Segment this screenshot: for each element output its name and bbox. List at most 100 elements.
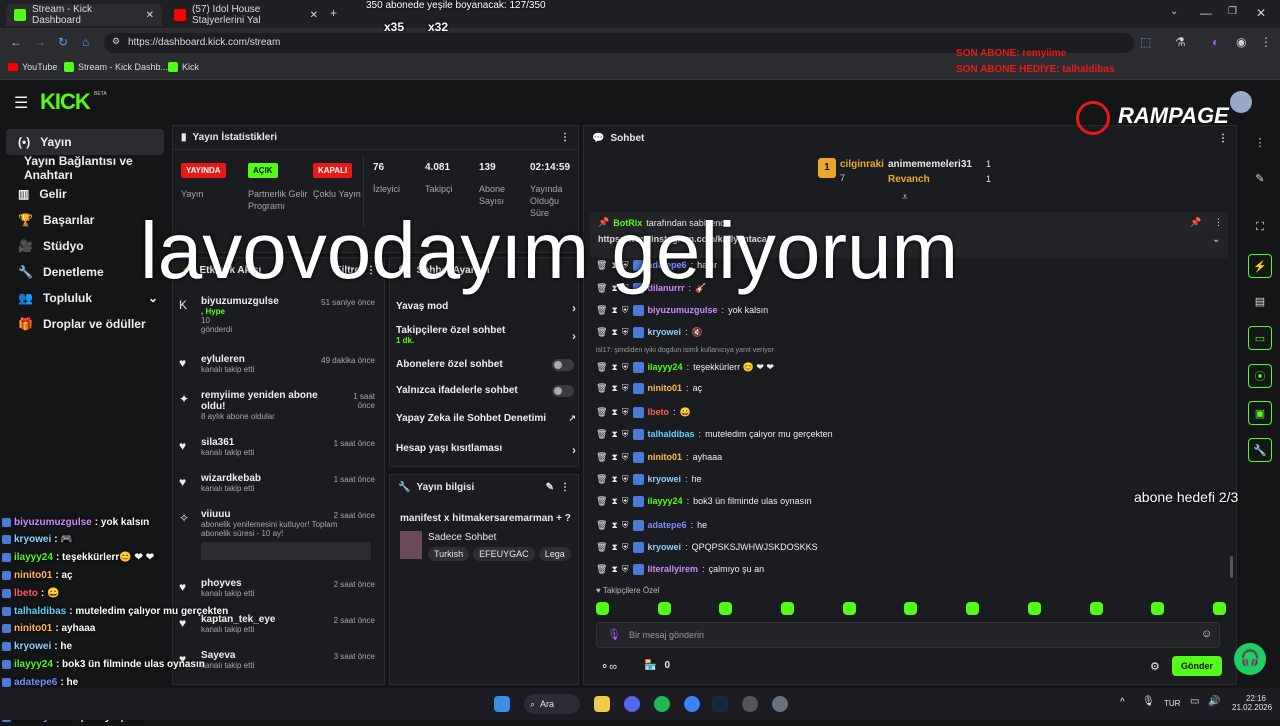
emote-icon[interactable] [657, 602, 671, 615]
edit-icon[interactable]: ✎ [1248, 166, 1272, 190]
shield-icon[interactable]: ⛨ [622, 564, 629, 575]
leader-name[interactable]: animememeleri31 [888, 159, 972, 170]
bookmark-kick[interactable]: Kick [168, 62, 199, 72]
chat-username[interactable]: talhaldibas [648, 429, 695, 439]
unpin-icon[interactable]: 📌 [1190, 217, 1201, 228]
close-tab-icon[interactable]: ✕ [310, 10, 318, 21]
bolt-icon[interactable]: ⚡ [1248, 254, 1272, 278]
tag-chip[interactable]: Lega [538, 547, 571, 561]
file-explorer-icon[interactable] [594, 696, 610, 712]
shield-icon[interactable]: ⛨ [622, 474, 629, 485]
extensions-icon[interactable]: ⬚ [1140, 35, 1151, 49]
delete-icon[interactable]: 🗑 [596, 542, 607, 553]
close-tab-icon[interactable]: ✕ [146, 10, 154, 21]
network-icon[interactable]: ▭ [1190, 696, 1199, 707]
emote-icon[interactable] [1212, 602, 1226, 615]
timeout-icon[interactable]: ⧗ [611, 520, 617, 531]
microphone-icon[interactable]: 🎙 [607, 628, 621, 641]
right-rail-more-icon[interactable]: ⋮ [1248, 130, 1272, 154]
chat-username[interactable]: adatepe6 [648, 520, 687, 530]
chat-username[interactable]: kryowei [648, 474, 682, 484]
menu-icon[interactable]: ⋮ [1260, 35, 1272, 49]
chevron-right-icon[interactable]: › [572, 301, 576, 315]
browser-icon[interactable] [684, 696, 700, 712]
sidebar-item-gelir[interactable]: ▥ Gelir [6, 181, 164, 207]
shield-icon[interactable]: ⛨ [622, 496, 629, 507]
chat-input[interactable]: 🎙 Bir mesaj gönderin ☺ [596, 622, 1220, 648]
timeout-icon[interactable]: ⧗ [611, 305, 617, 316]
delete-icon[interactable]: 🗑 [596, 327, 607, 338]
avatar[interactable] [1230, 91, 1252, 113]
tag-chip[interactable]: Turkish [428, 547, 470, 561]
timeout-icon[interactable]: ⧗ [611, 327, 617, 338]
chat-username[interactable]: lbeto [648, 407, 670, 417]
mic-tray-icon[interactable]: 🎙 [1142, 696, 1155, 707]
delete-icon[interactable]: 🗑 [596, 362, 607, 373]
tab-youtube[interactable]: (57) Idol House Stajyerlerini Yal ✕ [166, 4, 326, 26]
followers-only-row[interactable]: Takipçilere özel sohbet 1 dk. › [396, 325, 576, 345]
timeout-icon[interactable]: ⧗ [611, 429, 617, 440]
timeout-icon[interactable]: ⧗ [611, 362, 617, 373]
support-headset-icon[interactable]: 🎧 [1234, 643, 1266, 675]
expand-icon[interactable]: ⩡ [902, 192, 908, 203]
emote-icon[interactable] [596, 602, 609, 615]
account-age-row[interactable]: Hesap yaşı kısıtlaması › [396, 443, 576, 457]
timeout-icon[interactable]: ⧗ [611, 496, 617, 507]
delete-icon[interactable]: 🗑 [596, 520, 607, 531]
tab-search-icon[interactable]: ⌄ [1170, 6, 1178, 17]
maximize-icon[interactable]: ❐ [1228, 6, 1237, 17]
more-icon[interactable]: ⋮ [560, 482, 570, 493]
sidebar-item-yayin[interactable]: (•) Yayın [6, 129, 164, 155]
shield-icon[interactable]: ⛨ [622, 362, 629, 373]
reload-icon[interactable]: ↻ [58, 35, 68, 49]
broadcast-icon[interactable]: ⦿ [1248, 364, 1272, 388]
shield-icon[interactable]: ⛨ [622, 407, 629, 418]
settings-icon[interactable] [772, 696, 788, 712]
chat-username[interactable]: ilayyy24 [648, 496, 683, 506]
activity-user[interactable]: viiuuu [201, 509, 351, 520]
shield-icon[interactable]: ⛨ [622, 429, 629, 440]
external-link-icon[interactable]: ↗ [568, 413, 576, 424]
wrench-icon[interactable]: 🔧 [1248, 438, 1272, 462]
emote-icon[interactable] [842, 602, 856, 615]
store-button[interactable]: 🏪 0 [644, 660, 670, 671]
emote-icon[interactable] [781, 602, 795, 615]
chat-scrollbar[interactable] [1230, 556, 1233, 578]
fullscreen-icon[interactable]: ⛶ [1248, 215, 1272, 239]
tray-chevron-icon[interactable]: ^ [1120, 697, 1125, 708]
chat-username[interactable]: biyuzumuzgulse [648, 305, 718, 315]
send-button[interactable]: Gönder [1172, 656, 1222, 676]
delete-icon[interactable]: 🗑 [596, 305, 607, 316]
delete-icon[interactable]: 🗑 [596, 383, 607, 394]
delete-icon[interactable]: 🗑 [596, 407, 607, 418]
subscribers-only-toggle[interactable] [552, 359, 574, 371]
timeout-icon[interactable]: ⧗ [611, 452, 617, 463]
notes-icon[interactable]: ▤ [1248, 289, 1272, 313]
leader-name[interactable]: cilginraki [840, 159, 884, 170]
back-icon[interactable]: ← [10, 35, 22, 49]
volume-icon[interactable]: 🔊 [1208, 696, 1220, 707]
more-icon[interactable]: ⋮ [560, 132, 570, 143]
spotify-icon[interactable] [654, 696, 670, 712]
delete-icon[interactable]: 🗑 [596, 452, 607, 463]
chat-username[interactable]: ilayyy24 [648, 362, 683, 372]
chat-bubble-icon[interactable]: ▭ [1248, 326, 1272, 350]
delete-icon[interactable]: 🗑 [596, 564, 607, 575]
settings-gear-icon[interactable]: ⚙ [1150, 660, 1160, 673]
hamburger-menu-icon[interactable]: ☰ [14, 93, 28, 113]
shield-icon[interactable]: ⛨ [622, 383, 629, 394]
tag-chip[interactable]: EFEUYGAC [473, 547, 535, 561]
channel-points-icon[interactable]: ⚬∞ [600, 660, 617, 673]
more-icon[interactable]: ⋮ [1214, 217, 1223, 228]
timeout-icon[interactable]: ⧗ [611, 542, 617, 553]
chevron-right-icon[interactable]: › [572, 329, 576, 343]
delete-icon[interactable]: 🗑 [596, 496, 607, 507]
timeout-icon[interactable]: ⧗ [611, 474, 617, 485]
chat-username[interactable]: ninito01 [648, 383, 683, 393]
bookmark-kick-dashboard[interactable]: Stream - Kick Dashb... [64, 62, 168, 72]
emote-icon[interactable] [966, 602, 980, 615]
leader-name[interactable]: Revanch [888, 174, 930, 185]
ai-moderation-row[interactable]: Yapay Zeka ile Sohbet Denetimi ↗ [396, 413, 576, 424]
tab-kick-dashboard[interactable]: Stream - Kick Dashboard ✕ [6, 4, 162, 26]
forward-icon[interactable]: → [34, 35, 46, 49]
